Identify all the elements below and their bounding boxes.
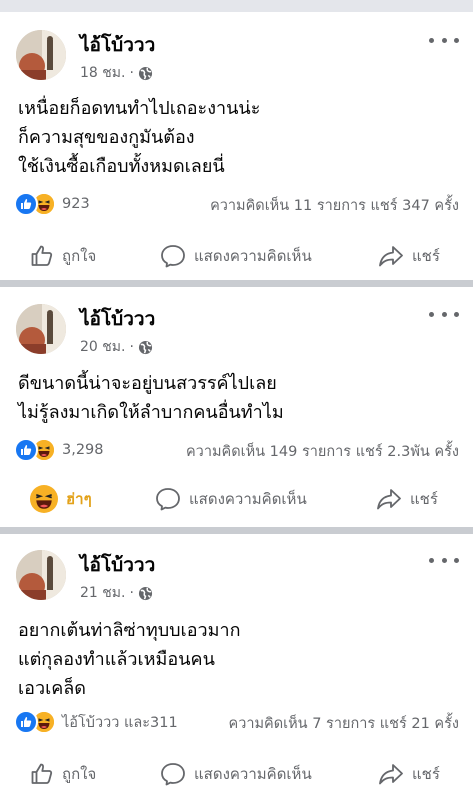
share-label: แชร์ (412, 765, 440, 783)
comment-label: แสดงความคิดเห็น (194, 765, 312, 783)
post-text: อยากเต้นท่าลิซ่าทุบบเอวมาก แต่กุลองทำแล้… (18, 616, 459, 703)
post-card: ไอ้โบ้ววว 20 ชม. · ดีขนาดนี้น่าจะอยู่บนส… (0, 287, 473, 527)
reaction-summary[interactable]: 3,298 (14, 438, 104, 462)
comment-button[interactable]: แสดงความคิดเห็น (160, 754, 312, 794)
post-card: ไอ้โบ้ววว 18 ชม. · เหนื่อยก็อดทนทำไปเถอะ… (0, 12, 473, 276)
reaction-count: ไอ้โบ้ววว และ311 (62, 714, 178, 731)
comment-label: แสดงความคิดเห็น (194, 247, 312, 265)
comments-shares-count[interactable]: ความคิดเห็น 7 รายการ แชร์ 21 ครั้ง (229, 712, 460, 735)
share-button[interactable]: แชร์ (376, 479, 438, 519)
post-text-line: ใช้เงินซื้อเกือบทั้งหมดเลยนี่ (18, 156, 225, 177)
post-stats: ไอ้โบ้ววว และ311 ความคิดเห็น 7 รายการ แช… (14, 710, 459, 734)
comments-shares-count[interactable]: ความคิดเห็น 11 รายการ แชร์ 347 ครั้ง (210, 194, 459, 217)
avatar[interactable] (16, 30, 66, 80)
share-button[interactable]: แชร์ (378, 236, 440, 276)
action-bar: ถูกใจ แสดงความคิดเห็น แชร์ (0, 754, 473, 794)
post-text-line: ไม่รู้ลงมาเกิดให้ลำบากคนอื่นทำไม (18, 402, 284, 423)
post-meta: 21 ชม. · (80, 582, 153, 604)
post-meta: 20 ชม. · (80, 336, 153, 358)
like-button[interactable]: ถูกใจ (30, 236, 96, 276)
action-bar: ถูกใจ แสดงความคิดเห็น แชร์ (0, 236, 473, 276)
comment-button[interactable]: แสดงความคิดเห็น (155, 479, 307, 519)
reaction-summary[interactable]: ไอ้โบ้ววว และ311 (14, 710, 178, 734)
comment-icon (156, 488, 180, 511)
avatar[interactable] (16, 550, 66, 600)
post-card: ไอ้โบ้ววว 21 ชม. · อยากเต้นท่าลิซ่าทุบบเ… (0, 534, 473, 800)
comments-shares-count[interactable]: ความคิดเห็น 149 รายการ แชร์ 2.3พัน ครั้ง (186, 440, 459, 463)
post-text-line: เอวเคล็ด (18, 678, 86, 699)
post-time[interactable]: 21 ชม. (80, 582, 125, 604)
share-label: แชร์ (412, 247, 440, 265)
comment-label: แสดงความคิดเห็น (189, 490, 307, 508)
post-author[interactable]: ไอ้โบ้ววว (80, 550, 155, 580)
post-time[interactable]: 20 ชม. (80, 336, 125, 358)
action-bar: ฮ่าๆ แสดงความคิดเห็น แชร์ (0, 479, 473, 519)
globe-icon (138, 340, 152, 354)
like-label: ถูกใจ (62, 247, 97, 265)
globe-icon (138, 586, 152, 600)
reaction-summary[interactable]: 923 (14, 192, 90, 216)
avatar-photo (16, 30, 66, 80)
post-author[interactable]: ไอ้โบ้ววว (80, 30, 155, 60)
feed-separator (0, 0, 473, 12)
share-arrow-icon (377, 489, 401, 510)
reaction-count: 3,298 (62, 442, 104, 458)
post-text-line: ก็ความสุขของกูมันต้อง (18, 127, 195, 148)
post-stats: 3,298 ความคิดเห็น 149 รายการ แชร์ 2.3พัน… (14, 438, 459, 462)
like-reaction-icon (14, 710, 38, 734)
haha-button[interactable]: ฮ่าๆ (30, 479, 92, 519)
post-author[interactable]: ไอ้โบ้ววว (80, 304, 155, 334)
share-arrow-icon (379, 764, 403, 785)
post-text-line: เหนื่อยก็อดทนทำไปเถอะงานน่ะ (18, 98, 261, 119)
share-button[interactable]: แชร์ (378, 754, 440, 794)
comment-button[interactable]: แสดงความคิดเห็น (160, 236, 312, 276)
more-options-icon[interactable] (429, 304, 459, 324)
post-text: เหนื่อยก็อดทนทำไปเถอะงานน่ะ ก็ความสุขของ… (18, 94, 459, 181)
avatar-photo (16, 550, 66, 600)
post-time[interactable]: 18 ชม. (80, 62, 125, 84)
feed-separator (0, 280, 473, 287)
post-text: ดีขนาดนี้น่าจะอยู่บนสวรรค์ไปเลย ไม่รู้ลง… (18, 369, 459, 427)
like-button[interactable]: ถูกใจ (30, 754, 96, 794)
post-text-line: ดีขนาดนี้น่าจะอยู่บนสวรรค์ไปเลย (18, 373, 277, 394)
like-label: ถูกใจ (62, 765, 97, 783)
reaction-count: 923 (62, 196, 90, 212)
share-label: แชร์ (410, 490, 438, 508)
haha-label: ฮ่าๆ (66, 490, 92, 508)
thumbs-up-icon (31, 245, 53, 266)
like-reaction-icon (14, 438, 38, 462)
feed-separator (0, 527, 473, 534)
post-stats: 923 ความคิดเห็น 11 รายการ แชร์ 347 ครั้ง (14, 192, 459, 216)
comment-icon (161, 763, 185, 786)
avatar[interactable] (16, 304, 66, 354)
post-text-line: แต่กุลองทำแล้วเหมือนคน (18, 649, 215, 670)
comment-icon (161, 245, 185, 268)
haha-reaction-icon (30, 485, 58, 513)
share-arrow-icon (379, 246, 403, 267)
avatar-photo (16, 304, 66, 354)
globe-icon (138, 66, 152, 80)
post-meta: 18 ชม. · (80, 62, 153, 84)
more-options-icon[interactable] (429, 550, 459, 570)
more-options-icon[interactable] (429, 30, 459, 50)
like-reaction-icon (14, 192, 38, 216)
thumbs-up-icon (31, 763, 53, 784)
post-text-line: อยากเต้นท่าลิซ่าทุบบเอวมาก (18, 620, 241, 641)
